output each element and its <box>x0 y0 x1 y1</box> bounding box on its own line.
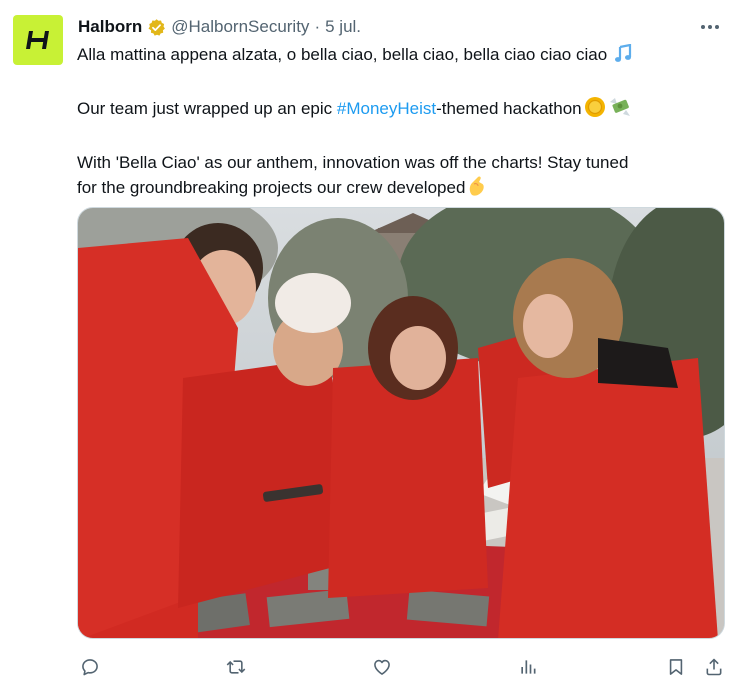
halborn-logo-icon <box>26 31 49 49</box>
tweet-media-image[interactable] <box>77 207 725 639</box>
tweet-line-2: Our team just wrapped up an epic #MoneyH… <box>77 96 727 125</box>
reply-button[interactable] <box>78 655 102 679</box>
tweet[interactable]: Halborn @HalbornSecurity · 5 jul. Alla m… <box>0 0 743 692</box>
bookmark-button[interactable] <box>664 655 688 679</box>
share-icon <box>706 658 722 676</box>
money-with-wings-icon <box>608 96 632 125</box>
coin-icon <box>584 96 606 125</box>
more-options-icon <box>701 25 719 29</box>
retweet-button[interactable] <box>224 655 248 679</box>
user-handle[interactable]: @HalbornSecurity <box>171 17 309 37</box>
separator-dot: · <box>314 17 321 36</box>
retweet-icon <box>226 660 246 674</box>
views-button[interactable] <box>516 655 540 679</box>
tweet-line-4: for the groundbreaking projects our crew… <box>77 175 727 204</box>
reply-icon <box>82 659 98 676</box>
views-icon <box>521 660 536 674</box>
tweet-timestamp[interactable]: 5 jul. <box>325 17 361 37</box>
verified-badge-icon[interactable] <box>147 18 166 37</box>
more-options-button[interactable] <box>697 15 723 39</box>
bookmark-icon <box>669 659 683 675</box>
like-button[interactable] <box>370 655 394 679</box>
display-name[interactable]: Halborn <box>78 17 142 37</box>
like-icon <box>374 659 390 675</box>
share-button[interactable] <box>702 655 726 679</box>
tweet-line-3: With 'Bella Ciao' as our anthem, innovat… <box>77 153 629 172</box>
tweet-header: Halborn @HalbornSecurity · 5 jul. <box>78 15 683 39</box>
hashtag-link[interactable]: #MoneyHeist <box>337 99 436 118</box>
tweet-line-1: Alla mattina appena alzata, o bella ciao… <box>77 42 727 71</box>
pinching-hand-icon <box>467 175 487 204</box>
music-notes-icon <box>614 43 636 71</box>
tweet-actions <box>78 655 728 679</box>
tweet-text: Alla mattina appena alzata, o bella ciao… <box>77 42 727 204</box>
avatar[interactable] <box>13 15 63 65</box>
